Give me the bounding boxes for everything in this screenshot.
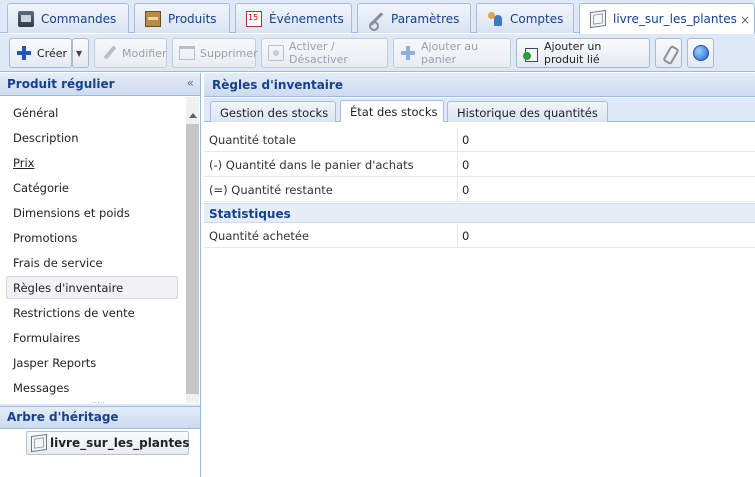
tab-label: Commandes — [41, 11, 117, 26]
tree-node-product[interactable]: livre_sur_les_plantes — [26, 431, 189, 455]
tab-label: Comptes — [510, 11, 564, 26]
tab-label: Paramètres — [391, 11, 460, 26]
nav-item-jasper[interactable]: Jasper Reports — [6, 351, 178, 374]
cube-icon — [590, 9, 606, 29]
row-value: 0 — [457, 178, 755, 201]
tree-node-label: livre_sur_les_plantes — [50, 436, 190, 450]
nav-scrollbar[interactable] — [186, 97, 199, 403]
right-panel-title: Règles d'inventaire — [204, 73, 755, 97]
statistics-section-header: Statistiques — [204, 203, 755, 223]
nav-item-dimensions[interactable]: Dimensions et poids — [6, 201, 178, 224]
scroll-thumb[interactable] — [186, 124, 199, 394]
pencil-icon — [101, 45, 117, 61]
nav-item-frais[interactable]: Frais de service — [6, 251, 178, 274]
plus-icon — [16, 45, 32, 61]
tab-parametres[interactable]: Paramètres — [357, 3, 471, 33]
toolbar: Créer ▼ Modifier Supprimer Activer / Dés… — [0, 34, 755, 72]
row-label: (=) Quantité restante — [209, 183, 333, 197]
create-button[interactable]: Créer — [9, 38, 72, 68]
users-icon — [487, 11, 503, 27]
tab-label: livre_sur_les_plantes — [613, 12, 737, 26]
nav-item-regles-inventaire[interactable]: Règles d'inventaire — [6, 276, 178, 299]
cube-icon — [31, 433, 47, 453]
add-linked-product-button[interactable]: Ajouter un produit lié — [516, 38, 650, 68]
globe-icon — [693, 45, 709, 61]
row-label: Quantité achetée — [209, 229, 310, 243]
add-linked-label: Ajouter un produit lié — [544, 40, 602, 66]
tab-etat-stocks[interactable]: État des stocks — [340, 100, 444, 122]
tab-livre-sur-les-plantes[interactable]: livre_sur_les_plantes × — [579, 3, 755, 34]
add-to-cart-label: Ajouter au panier — [421, 40, 479, 66]
tab-gestion-stocks[interactable]: Gestion des stocks — [210, 101, 336, 122]
nav-item-categorie[interactable]: Catégorie — [6, 176, 178, 199]
orders-icon — [18, 10, 34, 27]
left-panel: Produit régulier « Général Description P… — [0, 73, 201, 477]
row-label: Quantité totale — [209, 133, 296, 147]
tab-produits[interactable]: Produits — [134, 3, 230, 33]
inheritance-tree-header: Arbre d'héritage — [0, 406, 200, 429]
tab-comptes[interactable]: Comptes — [476, 3, 574, 33]
table-row: (=) Quantité restante 0 — [204, 178, 755, 202]
tab-commandes[interactable]: Commandes — [7, 3, 129, 33]
tab-evenements[interactable]: Événements — [235, 3, 352, 33]
box-icon — [145, 10, 161, 27]
tab-label: Événements — [269, 11, 344, 26]
tab-label: Produits — [168, 11, 217, 26]
nav-item-description[interactable]: Description — [6, 126, 178, 149]
nav-item-general[interactable]: Général — [6, 101, 178, 124]
toggle-icon — [268, 45, 284, 61]
modify-button[interactable]: Modifier — [94, 38, 167, 68]
plus-icon — [400, 45, 416, 61]
wrench-icon — [368, 11, 384, 31]
section-nav: Général Description Prix Catégorie Dimen… — [0, 97, 185, 402]
trash-icon — [179, 46, 195, 60]
chain-icon — [661, 45, 677, 61]
left-panel-header: Produit régulier « — [0, 73, 200, 96]
create-label: Créer — [37, 46, 68, 60]
create-dropdown-button[interactable]: ▼ — [72, 38, 89, 68]
scroll-up-icon[interactable] — [189, 113, 197, 118]
table-row: (-) Quantité dans le panier d'achats 0 — [204, 153, 755, 177]
add-to-cart-button[interactable]: Ajouter au panier — [393, 38, 511, 68]
nav-item-formulaires[interactable]: Formulaires — [6, 326, 178, 349]
delete-label: Supprimer — [200, 46, 258, 60]
modify-label: Modifier — [122, 46, 167, 60]
tab-historique-quantites[interactable]: Historique des quantités — [447, 101, 608, 122]
link-button[interactable] — [655, 38, 682, 68]
nav-item-promotions[interactable]: Promotions — [6, 226, 178, 249]
chevron-down-icon: ▼ — [76, 48, 83, 58]
inventory-tab-bar: Gestion des stocks État des stocks Histo… — [204, 98, 755, 122]
nav-item-restrictions[interactable]: Restrictions de vente — [6, 301, 178, 324]
close-icon[interactable]: × — [740, 13, 750, 27]
delete-button[interactable]: Supprimer — [172, 38, 258, 68]
row-value: 0 — [457, 224, 755, 247]
table-row: Quantité totale 0 — [204, 128, 755, 152]
row-value: 0 — [457, 128, 755, 151]
toggle-active-button[interactable]: Activer / Désactiver — [261, 38, 388, 68]
main-tab-bar: Commandes Produits Événements Paramètres… — [0, 0, 755, 34]
collapse-icon[interactable]: « — [187, 76, 194, 90]
add-linked-product-icon — [523, 45, 539, 62]
calendar-icon — [246, 10, 262, 27]
toggle-label: Activer / Désactiver — [289, 40, 348, 66]
row-label: (-) Quantité dans le panier d'achats — [209, 158, 414, 172]
nav-item-prix[interactable]: Prix — [6, 151, 178, 174]
table-row: Quantité achetée 0 — [204, 224, 755, 248]
left-panel-title: Produit régulier — [7, 77, 115, 91]
globe-button[interactable] — [687, 38, 714, 68]
row-value: 0 — [457, 153, 755, 176]
right-panel: Règles d'inventaire Gestion des stocks É… — [204, 73, 755, 477]
